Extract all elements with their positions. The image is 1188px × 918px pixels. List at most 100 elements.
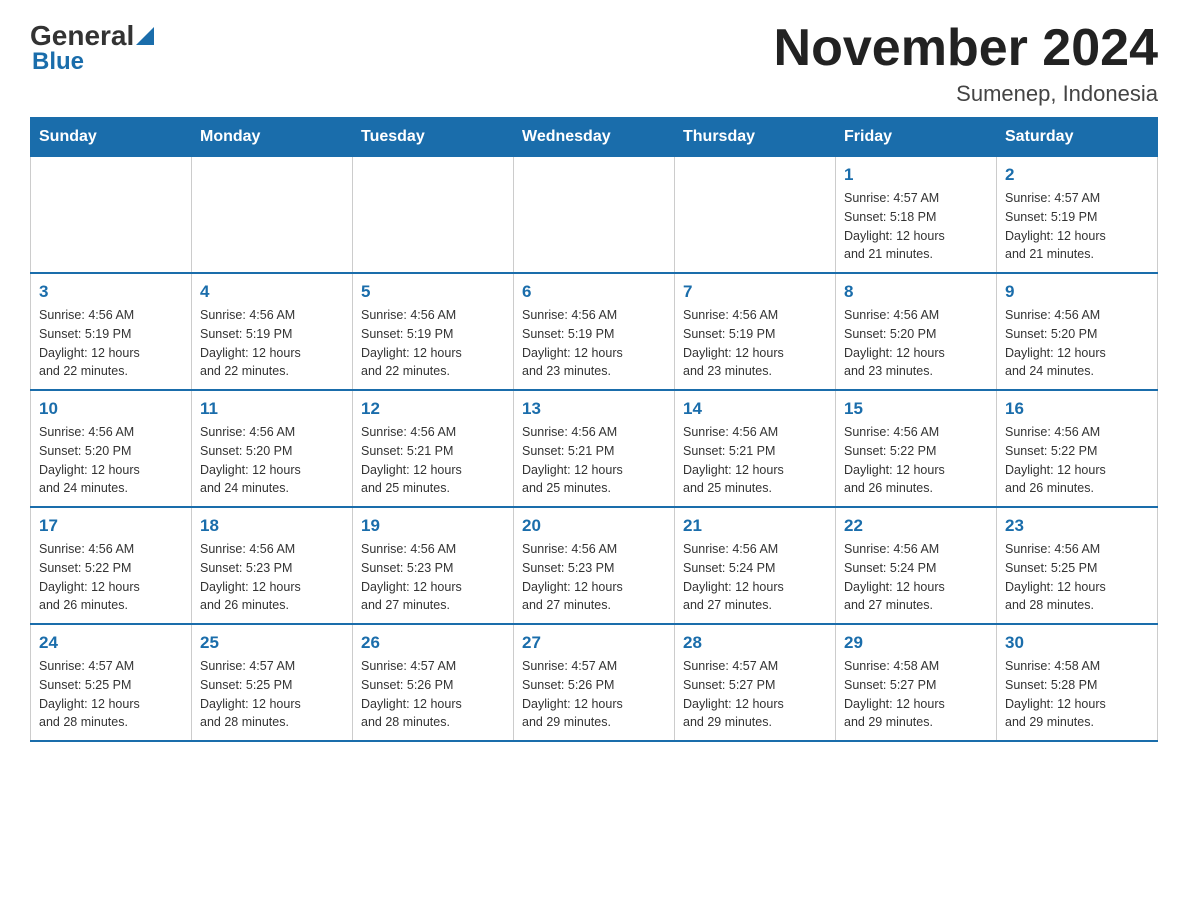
day-info: Sunrise: 4:56 AMSunset: 5:20 PMDaylight:…: [844, 306, 988, 381]
day-info: Sunrise: 4:56 AMSunset: 5:24 PMDaylight:…: [683, 540, 827, 615]
page-header: General Blue November 2024 Sumenep, Indo…: [30, 20, 1158, 107]
day-number: 23: [1005, 516, 1149, 536]
day-number: 9: [1005, 282, 1149, 302]
day-number: 10: [39, 399, 183, 419]
day-number: 18: [200, 516, 344, 536]
calendar-cell: 1 Sunrise: 4:57 AMSunset: 5:18 PMDaylight…: [836, 157, 997, 274]
calendar-cell: 21 Sunrise: 4:56 AMSunset: 5:24 PMDayligh…: [675, 507, 836, 624]
day-info: Sunrise: 4:57 AMSunset: 5:18 PMDaylight:…: [844, 189, 988, 264]
day-info: Sunrise: 4:57 AMSunset: 5:27 PMDaylight:…: [683, 657, 827, 732]
day-info: Sunrise: 4:56 AMSunset: 5:22 PMDaylight:…: [1005, 423, 1149, 498]
week-row-5: 24 Sunrise: 4:57 AMSunset: 5:25 PMDayligh…: [31, 624, 1158, 741]
calendar-cell: 29 Sunrise: 4:58 AMSunset: 5:27 PMDayligh…: [836, 624, 997, 741]
day-number: 24: [39, 633, 183, 653]
main-title: November 2024: [774, 20, 1158, 77]
day-info: Sunrise: 4:57 AMSunset: 5:19 PMDaylight:…: [1005, 189, 1149, 264]
week-row-2: 3 Sunrise: 4:56 AMSunset: 5:19 PMDaylight…: [31, 273, 1158, 390]
day-info: Sunrise: 4:58 AMSunset: 5:28 PMDaylight:…: [1005, 657, 1149, 732]
day-info: Sunrise: 4:56 AMSunset: 5:19 PMDaylight:…: [361, 306, 505, 381]
calendar-cell: 9 Sunrise: 4:56 AMSunset: 5:20 PMDaylight…: [997, 273, 1158, 390]
day-number: 21: [683, 516, 827, 536]
day-number: 25: [200, 633, 344, 653]
day-info: Sunrise: 4:56 AMSunset: 5:23 PMDaylight:…: [522, 540, 666, 615]
day-info: Sunrise: 4:58 AMSunset: 5:27 PMDaylight:…: [844, 657, 988, 732]
calendar-cell: 6Sunrise: 4:56 AMSunset: 5:19 PMDaylight…: [514, 273, 675, 390]
calendar-cell: [192, 157, 353, 274]
day-number: 4: [200, 282, 344, 302]
day-info: Sunrise: 4:56 AMSunset: 5:20 PMDaylight:…: [1005, 306, 1149, 381]
calendar-cell: 7 Sunrise: 4:56 AMSunset: 5:19 PMDaylight…: [675, 273, 836, 390]
day-number: 29: [844, 633, 988, 653]
calendar-cell: [353, 157, 514, 274]
day-info: Sunrise: 4:57 AMSunset: 5:25 PMDaylight:…: [200, 657, 344, 732]
day-number: 6: [522, 282, 666, 302]
calendar-cell: 18 Sunrise: 4:56 AMSunset: 5:23 PMDayligh…: [192, 507, 353, 624]
week-row-4: 17 Sunrise: 4:56 AMSunset: 5:22 PMDayligh…: [31, 507, 1158, 624]
day-info: Sunrise: 4:57 AMSunset: 5:25 PMDaylight:…: [39, 657, 183, 732]
day-info: Sunrise: 4:56 AMSunset: 5:23 PMDaylight:…: [200, 540, 344, 615]
day-info: Sunrise: 4:56 AMSunset: 5:24 PMDaylight:…: [844, 540, 988, 615]
day-number: 13: [522, 399, 666, 419]
day-info: Sunrise: 4:56 AMSunset: 5:20 PMDaylight:…: [39, 423, 183, 498]
calendar-cell: 25 Sunrise: 4:57 AMSunset: 5:25 PMDayligh…: [192, 624, 353, 741]
calendar-cell: 24 Sunrise: 4:57 AMSunset: 5:25 PMDayligh…: [31, 624, 192, 741]
header-tuesday: Tuesday: [353, 118, 514, 157]
calendar-cell: [675, 157, 836, 274]
header-wednesday: Wednesday: [514, 118, 675, 157]
calendar-cell: 22Sunrise: 4:56 AMSunset: 5:24 PMDayligh…: [836, 507, 997, 624]
day-number: 11: [200, 399, 344, 419]
logo-blue-text: Blue: [32, 48, 84, 76]
day-info: Sunrise: 4:57 AMSunset: 5:26 PMDaylight:…: [522, 657, 666, 732]
calendar-cell: 30 Sunrise: 4:58 AMSunset: 5:28 PMDayligh…: [997, 624, 1158, 741]
day-number: 1: [844, 165, 988, 185]
calendar-cell: 27 Sunrise: 4:57 AMSunset: 5:26 PMDayligh…: [514, 624, 675, 741]
week-row-3: 10 Sunrise: 4:56 AMSunset: 5:20 PMDayligh…: [31, 390, 1158, 507]
calendar-cell: 4 Sunrise: 4:56 AMSunset: 5:19 PMDaylight…: [192, 273, 353, 390]
day-info: Sunrise: 4:56 AMSunset: 5:21 PMDaylight:…: [522, 423, 666, 498]
day-info: Sunrise: 4:56 AMSunset: 5:22 PMDaylight:…: [844, 423, 988, 498]
calendar-cell: 17 Sunrise: 4:56 AMSunset: 5:22 PMDayligh…: [31, 507, 192, 624]
day-number: 7: [683, 282, 827, 302]
day-number: 19: [361, 516, 505, 536]
calendar-cell: [514, 157, 675, 274]
week-row-1: 1 Sunrise: 4:57 AMSunset: 5:18 PMDaylight…: [31, 157, 1158, 274]
day-number: 26: [361, 633, 505, 653]
calendar-cell: 8 Sunrise: 4:56 AMSunset: 5:20 PMDaylight…: [836, 273, 997, 390]
header-sunday: Sunday: [31, 118, 192, 157]
header-friday: Friday: [836, 118, 997, 157]
day-number: 2: [1005, 165, 1149, 185]
day-number: 30: [1005, 633, 1149, 653]
day-number: 14: [683, 399, 827, 419]
day-info: Sunrise: 4:56 AMSunset: 5:20 PMDaylight:…: [200, 423, 344, 498]
day-number: 15: [844, 399, 988, 419]
calendar-cell: 12Sunrise: 4:56 AMSunset: 5:21 PMDayligh…: [353, 390, 514, 507]
day-info: Sunrise: 4:56 AMSunset: 5:19 PMDaylight:…: [39, 306, 183, 381]
calendar-cell: [31, 157, 192, 274]
subtitle: Sumenep, Indonesia: [774, 81, 1158, 107]
day-number: 17: [39, 516, 183, 536]
calendar-cell: 5 Sunrise: 4:56 AMSunset: 5:19 PMDaylight…: [353, 273, 514, 390]
calendar-cell: 3 Sunrise: 4:56 AMSunset: 5:19 PMDaylight…: [31, 273, 192, 390]
day-info: Sunrise: 4:56 AMSunset: 5:25 PMDaylight:…: [1005, 540, 1149, 615]
day-info: Sunrise: 4:56 AMSunset: 5:19 PMDaylight:…: [683, 306, 827, 381]
calendar-cell: 23 Sunrise: 4:56 AMSunset: 5:25 PMDayligh…: [997, 507, 1158, 624]
day-number: 28: [683, 633, 827, 653]
calendar-table: SundayMondayTuesdayWednesdayThursdayFrid…: [30, 117, 1158, 742]
day-number: 5: [361, 282, 505, 302]
calendar-cell: 20Sunrise: 4:56 AMSunset: 5:23 PMDayligh…: [514, 507, 675, 624]
calendar-cell: 19Sunrise: 4:56 AMSunset: 5:23 PMDayligh…: [353, 507, 514, 624]
day-info: Sunrise: 4:56 AMSunset: 5:22 PMDaylight:…: [39, 540, 183, 615]
calendar-cell: 16 Sunrise: 4:56 AMSunset: 5:22 PMDayligh…: [997, 390, 1158, 507]
title-block: November 2024 Sumenep, Indonesia: [774, 20, 1158, 107]
calendar-cell: 15 Sunrise: 4:56 AMSunset: 5:22 PMDayligh…: [836, 390, 997, 507]
day-info: Sunrise: 4:56 AMSunset: 5:21 PMDaylight:…: [361, 423, 505, 498]
day-info: Sunrise: 4:57 AMSunset: 5:26 PMDaylight:…: [361, 657, 505, 732]
calendar-cell: 2 Sunrise: 4:57 AMSunset: 5:19 PMDaylight…: [997, 157, 1158, 274]
day-info: Sunrise: 4:56 AMSunset: 5:21 PMDaylight:…: [683, 423, 827, 498]
day-number: 8: [844, 282, 988, 302]
calendar-cell: 10 Sunrise: 4:56 AMSunset: 5:20 PMDayligh…: [31, 390, 192, 507]
day-number: 27: [522, 633, 666, 653]
day-number: 3: [39, 282, 183, 302]
day-number: 16: [1005, 399, 1149, 419]
day-info: Sunrise: 4:56 AMSunset: 5:19 PMDaylight:…: [200, 306, 344, 381]
